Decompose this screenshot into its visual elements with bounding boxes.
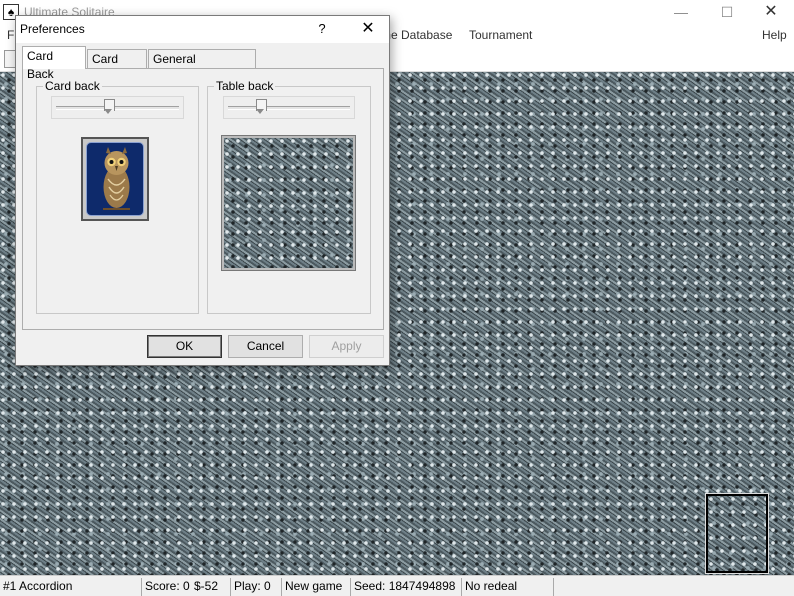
cancel-button[interactable]: Cancel <box>228 335 303 358</box>
status-game: #1 Accordion <box>3 579 73 593</box>
table-back-label: Table back <box>214 79 276 93</box>
dialog-title: Preferences <box>20 22 85 36</box>
apply-button[interactable]: Apply <box>309 335 384 358</box>
help-button[interactable]: ? <box>312 20 332 40</box>
card-back-slider-thumb[interactable] <box>104 99 115 115</box>
status-empty <box>553 578 794 596</box>
minimize-button[interactable]: — <box>658 0 704 24</box>
menu-game-database[interactable]: me Database <box>381 28 452 42</box>
status-seed: Seed: 1847494898 <box>350 578 460 596</box>
menu-file[interactable]: F <box>7 28 14 42</box>
tab-general-preferences[interactable]: General Preferences <box>148 49 256 84</box>
card-back-slider[interactable] <box>51 96 184 119</box>
menu-help[interactable]: Help <box>762 28 787 42</box>
owl-icon <box>103 147 130 210</box>
status-new-game: New game <box>281 578 349 596</box>
dialog-close-button[interactable]: ✕ <box>351 18 385 40</box>
dialog-titlebar: Preferences ? ✕ <box>16 16 389 43</box>
card-back-preview <box>81 137 149 221</box>
maximize-button[interactable]: ☐ <box>704 0 750 24</box>
menu-tournament[interactable]: Tournament <box>469 28 532 42</box>
tab-card-face[interactable]: Card Face <box>87 49 147 84</box>
status-money: $-52 <box>194 579 219 593</box>
table-back-slider-thumb[interactable] <box>256 99 267 115</box>
preferences-dialog: Preferences ? ✕ Card Back Card Face Gene… <box>15 15 390 366</box>
table-back-slider[interactable] <box>223 96 355 119</box>
status-redeal: No redeal <box>461 578 552 596</box>
statusbar: #1 Accordion Score: 0 $-52 Play: 0 New g… <box>0 575 794 596</box>
stock-pile[interactable] <box>705 493 769 574</box>
status-score: Score: 0 <box>141 578 192 596</box>
ok-button[interactable]: OK <box>147 335 222 358</box>
status-play: Play: 0 <box>230 578 280 596</box>
tab-card-back[interactable]: Card Back <box>22 46 86 81</box>
close-button[interactable]: ✕ <box>748 0 794 24</box>
table-back-preview <box>221 135 356 271</box>
